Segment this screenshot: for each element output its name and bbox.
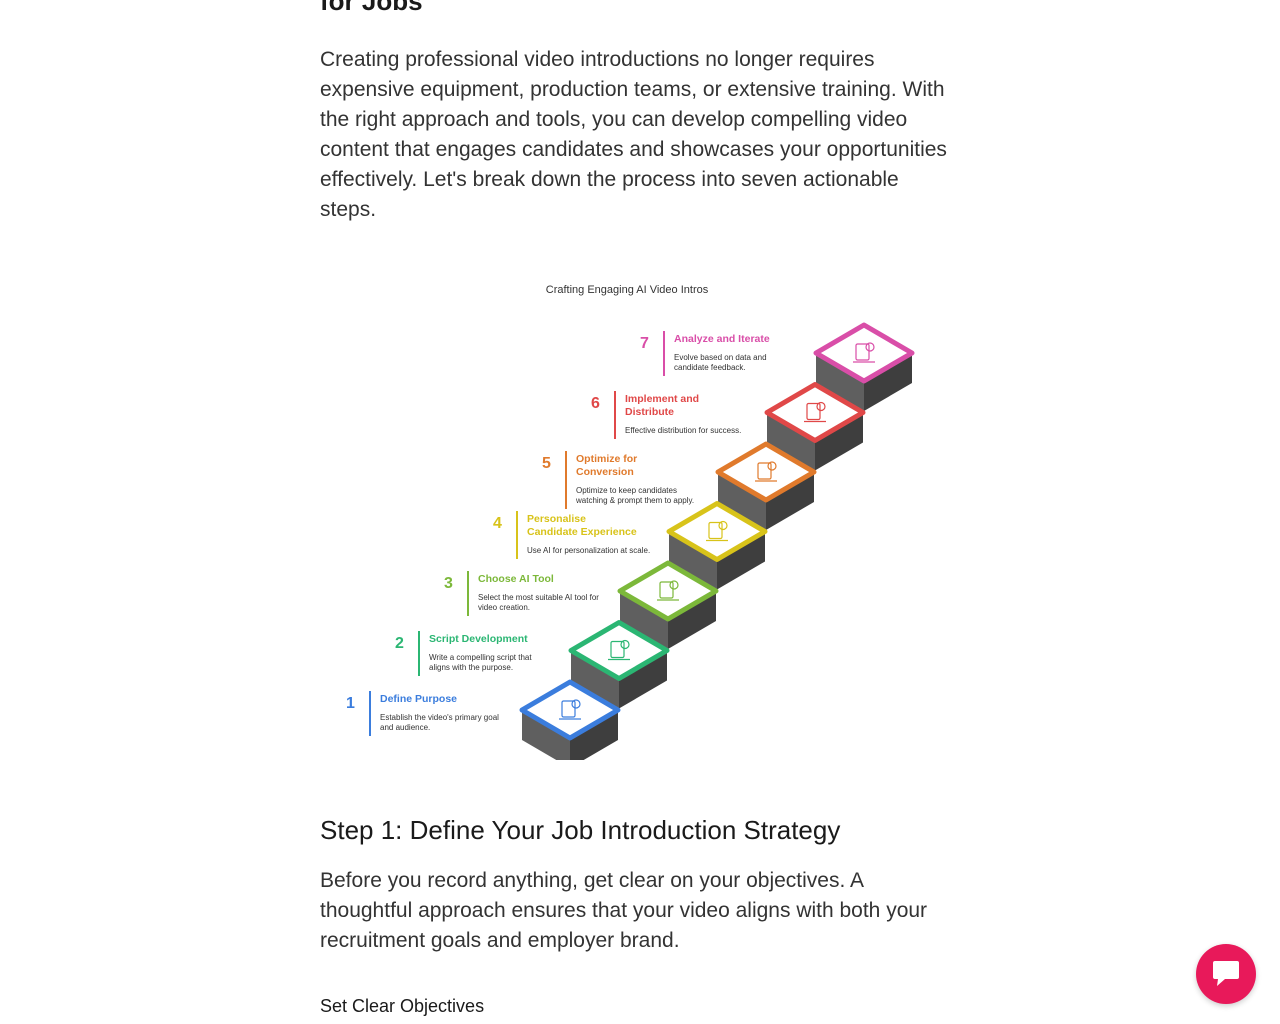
step-description: Effective distribution for success. <box>625 426 741 435</box>
step-number: 1 <box>346 695 355 712</box>
step-description: watching & prompt them to apply. <box>575 496 694 505</box>
step1-paragraph: Before you record anything, get clear on… <box>320 869 928 952</box>
step-number: 5 <box>542 455 551 472</box>
step-description: and audience. <box>380 723 430 732</box>
step-description: aligns with the purpose. <box>429 663 513 672</box>
step-title: Distribute <box>625 406 674 418</box>
section-heading: for Jobs <box>320 0 423 16</box>
staircase <box>519 322 915 760</box>
step-label-6: 6 Implement andDistribute Effective distri… <box>591 391 741 439</box>
step-label-3: 3 Choose AI Tool Select the most suitable … <box>444 571 599 616</box>
step-title: Candidate Experience <box>527 526 637 538</box>
step-label-4: 4 PersonaliseCandidate Experience Use AI f… <box>493 511 650 559</box>
step-description: Select the most suitable AI tool for <box>478 593 599 602</box>
step-title: Analyze and Iterate <box>674 333 770 345</box>
step-title: Conversion <box>576 466 634 478</box>
step-title: Optimize for <box>576 453 637 465</box>
step-description: video creation. <box>478 603 530 612</box>
step-label-1: 1 Define Purpose Establish the video's pri… <box>346 691 499 736</box>
step-number: 6 <box>591 395 600 412</box>
step-title: Implement and <box>625 393 699 405</box>
step-number: 3 <box>444 575 453 592</box>
step-label-5: 5 Optimize forConversion Optimize to keep … <box>542 451 694 509</box>
step-number: 7 <box>640 335 649 352</box>
step-description: candidate feedback. <box>674 363 746 372</box>
step-title: Personalise <box>527 513 586 525</box>
chat-bubble-icon <box>1213 961 1239 986</box>
step-description: Write a compelling script that <box>429 653 532 662</box>
step-number: 2 <box>395 635 404 652</box>
chat-widget-button[interactable] <box>1196 944 1256 1004</box>
intro-paragraph: Creating professional video introduction… <box>320 48 947 221</box>
step-label-7: 7 Analyze and Iterate Evolve based on data… <box>640 331 770 376</box>
steps-infographic: Crafting Engaging AI Video Intros 1 Defin… <box>320 270 960 760</box>
step-description: Establish the video's primary goal <box>380 713 499 722</box>
step1-heading: Step 1: Define Your Job Introduction Str… <box>320 815 841 845</box>
steps-infographic-svg: Crafting Engaging AI Video Intros 1 Defin… <box>346 284 915 760</box>
infographic-title: Crafting Engaging AI Video Intros <box>546 284 709 296</box>
step-title: Choose AI Tool <box>478 573 554 585</box>
step-label-2: 2 Script Development Write a compelling sc… <box>395 631 532 676</box>
set-objectives-heading: Set Clear Objectives <box>320 996 485 1016</box>
step-title: Script Development <box>429 633 528 645</box>
step-description: Optimize to keep candidates <box>576 486 677 495</box>
step-description: Evolve based on data and <box>674 353 767 362</box>
step-number: 4 <box>493 515 502 532</box>
step-title: Define Purpose <box>380 693 457 705</box>
step-description: Use AI for personalization at scale. <box>527 546 650 555</box>
